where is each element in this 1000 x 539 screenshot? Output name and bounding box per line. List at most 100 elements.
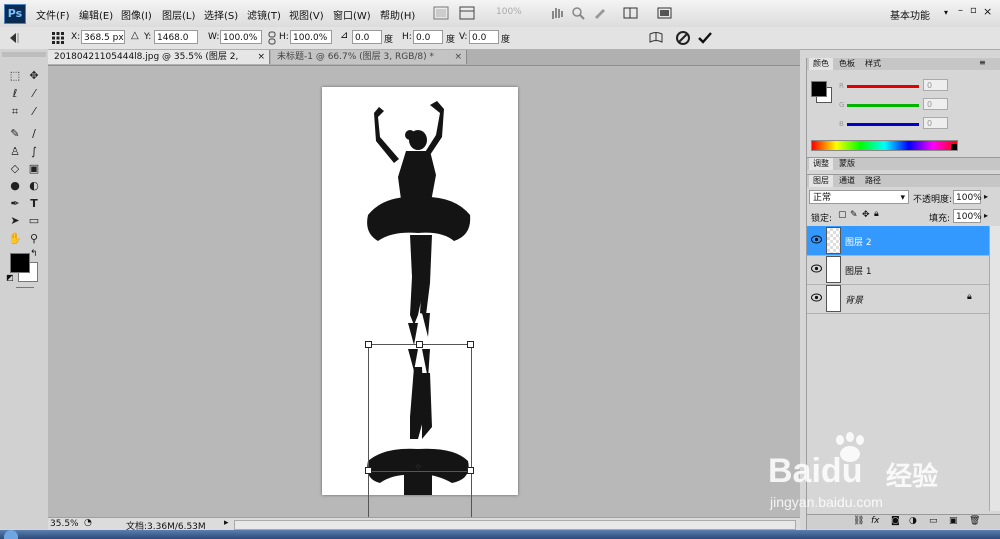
layer-name[interactable]: 背景	[845, 293, 863, 306]
type-tool-icon[interactable]: T	[27, 197, 41, 211]
blur-tool-icon[interactable]: ●	[8, 179, 22, 193]
eraser-tool-icon[interactable]: ◇	[8, 162, 22, 176]
new-group-icon[interactable]: ▭	[929, 516, 938, 526]
layer-row-1[interactable]: 图层 1	[807, 255, 989, 285]
adjustment-layer-icon[interactable]: ◑	[909, 516, 917, 526]
gradient-tool-icon[interactable]: ▣	[27, 162, 41, 176]
tab-layers[interactable]: 图层	[809, 175, 833, 187]
layer-name[interactable]: 图层 1	[845, 264, 872, 277]
link-layers-icon[interactable]: ⛓	[853, 516, 864, 526]
magic-wand-tool-icon[interactable]: ⁄	[27, 87, 41, 101]
chevron-down-icon[interactable]: ▾	[944, 8, 948, 17]
layer-style-icon[interactable]: fx	[871, 516, 880, 526]
add-mask-icon[interactable]: ◙	[891, 516, 900, 526]
status-arrow-icon[interactable]: ▸	[224, 518, 229, 528]
shape-tool-icon[interactable]: ▭	[27, 214, 41, 228]
transform-handle[interactable]	[467, 467, 474, 474]
menu-edit[interactable]: 编辑(E)	[79, 7, 113, 22]
default-colors-icon[interactable]: ◩	[6, 273, 14, 282]
tab-close-icon[interactable]: ×	[257, 50, 265, 64]
tab-document-2[interactable]: 未标题-1 @ 66.7% (图层 3, RGB/8) * ×	[271, 50, 467, 64]
menu-image[interactable]: 图像(I)	[121, 7, 152, 22]
tab-channels[interactable]: 通道	[835, 175, 859, 187]
color-foreground-swatch[interactable]	[811, 81, 827, 97]
healing-brush-tool-icon[interactable]: ✎	[8, 127, 22, 141]
view-extras-icon[interactable]	[458, 5, 476, 21]
tab-adjustments[interactable]: 调整	[809, 158, 833, 170]
arrange-documents-icon[interactable]	[622, 5, 640, 21]
move-tool-icon[interactable]: ✥	[27, 69, 41, 83]
new-layer-icon[interactable]: ▣	[949, 516, 958, 526]
screen-mode-icon[interactable]	[656, 5, 674, 21]
horizontal-scrollbar[interactable]	[234, 520, 796, 530]
layer-name[interactable]: 图层 2	[845, 235, 872, 248]
eyedropper-tool-icon[interactable]: ⁄	[27, 105, 41, 119]
tab-swatches[interactable]: 色板	[835, 58, 859, 70]
clone-stamp-tool-icon[interactable]: ♙	[8, 145, 22, 159]
g-channel-slider[interactable]	[847, 104, 919, 107]
canvas-area[interactable]: ✧	[48, 66, 800, 517]
workspace-switcher[interactable]: 基本功能	[890, 7, 930, 22]
tab-styles[interactable]: 样式	[861, 58, 885, 70]
status-zoom[interactable]: 35.5%	[50, 519, 79, 529]
link-icon[interactable]	[268, 31, 276, 45]
transform-handle[interactable]	[467, 341, 474, 348]
path-selection-tool-icon[interactable]: ➤	[8, 214, 22, 228]
menu-select[interactable]: 选择(S)	[204, 7, 238, 22]
menu-filter[interactable]: 滤镜(T)	[247, 7, 281, 22]
menu-file[interactable]: 文件(F)	[36, 7, 70, 22]
x-position-field[interactable]: 368.5 px	[81, 30, 125, 44]
lock-pixels-icon[interactable]: ✎	[850, 210, 858, 220]
b-channel-slider[interactable]	[847, 123, 919, 126]
tab-color[interactable]: 颜色	[809, 58, 833, 70]
hand-tool-icon[interactable]	[548, 5, 566, 21]
cancel-transform-icon[interactable]	[675, 30, 691, 46]
minimize-icon[interactable]: –	[958, 5, 963, 16]
lasso-tool-icon[interactable]: ℓ	[8, 87, 22, 101]
tab-paths[interactable]: 路径	[861, 175, 885, 187]
transform-handle[interactable]	[365, 341, 372, 348]
history-brush-tool-icon[interactable]: ∫	[27, 145, 41, 159]
lock-transparency-icon[interactable]: ▢	[838, 210, 847, 220]
tab-masks[interactable]: 蒙版	[835, 158, 859, 170]
b-channel-value[interactable]: 0	[923, 117, 948, 129]
tab-close-icon[interactable]: ×	[454, 50, 462, 64]
layer-row-background[interactable]: 背景 🔒︎	[807, 284, 989, 314]
warp-mode-icon[interactable]	[648, 30, 664, 46]
horizontal-skew-field[interactable]: 0.0	[413, 30, 443, 44]
transform-handle[interactable]	[365, 467, 372, 474]
status-menu-icon[interactable]: ◔	[84, 518, 92, 528]
pen-tool-icon[interactable]: ✒	[8, 197, 22, 211]
vertical-skew-field[interactable]: 0.0	[469, 30, 499, 44]
transform-tool-icon[interactable]	[8, 31, 30, 45]
rotate-angle-field[interactable]: 0.0	[352, 30, 382, 44]
restore-icon[interactable]: ▫	[970, 5, 977, 16]
opacity-arrow-icon[interactable]: ▸	[984, 192, 988, 201]
transform-center-icon[interactable]: ✧	[414, 462, 422, 473]
layers-scrollbar[interactable]	[989, 226, 1000, 511]
menu-view[interactable]: 视图(V)	[289, 7, 324, 22]
height-scale-field[interactable]: 100.0%	[290, 30, 332, 44]
start-button[interactable]	[4, 530, 18, 539]
eye-icon[interactable]	[811, 293, 822, 302]
eye-icon[interactable]	[811, 235, 822, 244]
commit-transform-icon[interactable]	[697, 30, 713, 46]
transform-handle[interactable]	[416, 341, 423, 348]
zoom-level-dropdown[interactable]: 100%	[496, 7, 522, 17]
menu-window[interactable]: 窗口(W)	[333, 7, 371, 22]
reference-point-icon[interactable]	[51, 31, 65, 45]
panel-menu-icon[interactable]: ≡	[979, 58, 986, 67]
tab-document-1[interactable]: 20180421105444l8.jpg @ 35.5% (图层 2, RGB/…	[48, 50, 270, 76]
menu-help[interactable]: 帮助(H)	[380, 7, 415, 22]
delete-layer-icon[interactable]: 🗑︎	[969, 516, 980, 526]
close-icon[interactable]: ×	[983, 5, 992, 18]
r-channel-value[interactable]: 0	[923, 79, 948, 91]
fill-arrow-icon[interactable]: ▸	[984, 211, 988, 220]
r-channel-slider[interactable]	[847, 85, 919, 88]
crop-tool-icon[interactable]: ⌗	[8, 105, 22, 119]
width-scale-field[interactable]: 100.0%	[220, 30, 262, 44]
zoom-tool-icon[interactable]: ⚲	[27, 232, 41, 246]
transform-bounding-box[interactable]	[368, 344, 472, 472]
rotate-view-icon[interactable]	[591, 5, 609, 21]
fill-field[interactable]: 100%	[953, 209, 982, 223]
